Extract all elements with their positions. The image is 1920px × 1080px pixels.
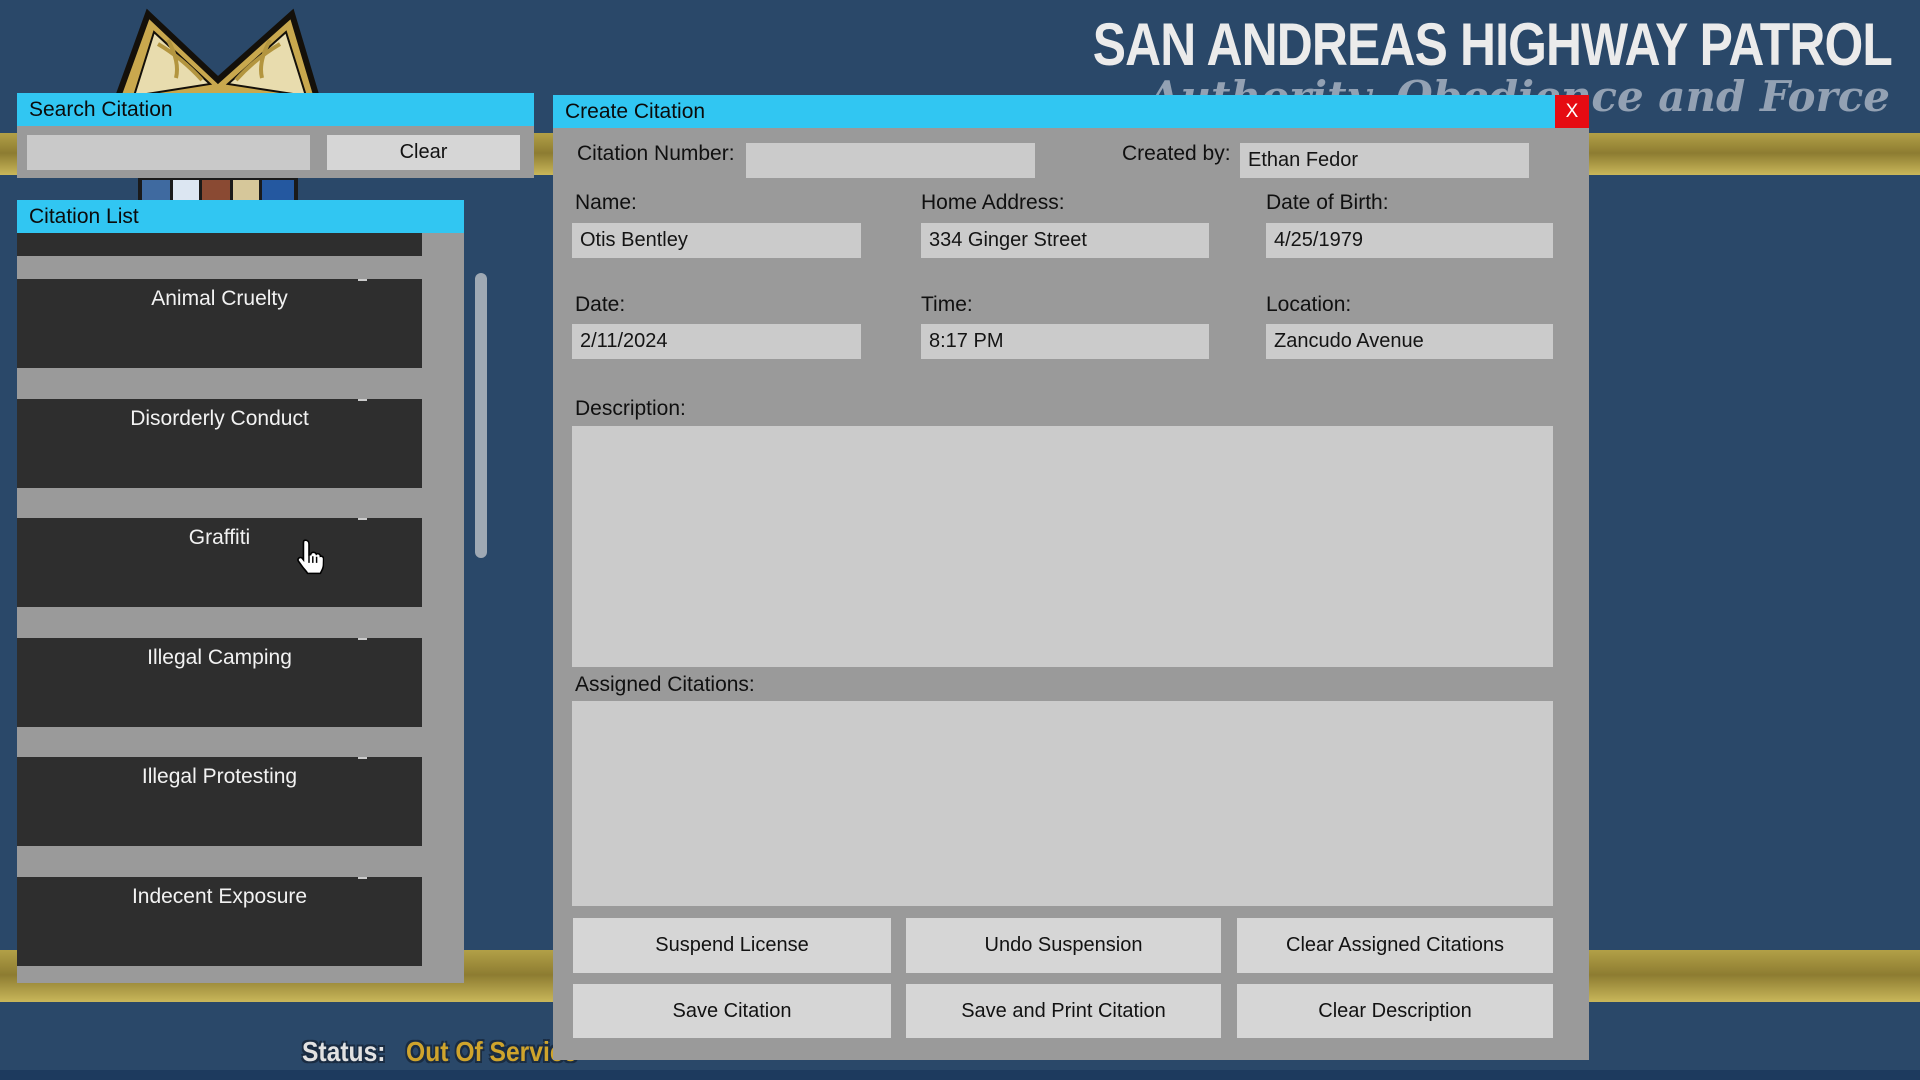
description-label: Description: (575, 397, 686, 421)
suspend-license-button[interactable]: Suspend License (573, 918, 891, 973)
citation-number-input[interactable] (746, 143, 1035, 178)
list-item[interactable]: Disorderly Conduct (17, 399, 422, 488)
clear-description-button[interactable]: Clear Description (1237, 984, 1553, 1038)
undo-suspension-button[interactable]: Undo Suspension (906, 918, 1221, 973)
time-input[interactable] (921, 324, 1209, 359)
search-panel-title: Search Citation (17, 93, 534, 126)
name-label: Name: (575, 191, 637, 215)
description-textarea[interactable] (572, 426, 1553, 667)
agency-title: SAN ANDREAS HIGHWAY PATROL (1093, 10, 1892, 79)
date-input[interactable] (572, 324, 861, 359)
create-citation-panel: Create Citation X Citation Number: Creat… (553, 95, 1589, 1060)
assigned-citations-label: Assigned Citations: (575, 673, 755, 697)
date-of-birth-label: Date of Birth: (1266, 191, 1389, 215)
search-citation-panel: Search Citation Clear (17, 93, 534, 178)
location-label: Location: (1266, 293, 1351, 317)
status-label: Status: (302, 1036, 386, 1067)
close-button[interactable]: X (1555, 95, 1589, 128)
list-item-partial[interactable] (17, 233, 422, 256)
list-item[interactable]: Illegal Camping (17, 638, 422, 727)
assigned-citations-textarea[interactable] (572, 701, 1553, 906)
bottom-navy-band (0, 1070, 1920, 1080)
name-input[interactable] (572, 223, 861, 258)
time-label: Time: (921, 293, 973, 317)
created-by-label: Created by: (1122, 142, 1231, 166)
status-bar: Status: Out Of Service (302, 1036, 577, 1068)
list-item[interactable]: Indecent Exposure (17, 877, 422, 966)
location-input[interactable] (1266, 324, 1553, 359)
citation-number-label: Citation Number: (577, 142, 735, 166)
create-citation-title: Create Citation (553, 95, 1589, 128)
citation-list-panel: Citation List Animal Cruelty Disorderly … (17, 200, 464, 983)
desktop-background: SAN ANDREAS HIGHWAY PATROL Authority, Ob… (0, 0, 1920, 1080)
list-item[interactable]: Animal Cruelty (17, 279, 422, 368)
created-by-input[interactable] (1240, 143, 1529, 178)
save-and-print-citation-button[interactable]: Save and Print Citation (906, 984, 1221, 1038)
list-item[interactable]: Graffiti (17, 518, 422, 607)
hand-cursor-icon (294, 538, 324, 576)
status-value: Out Of Service (406, 1036, 577, 1067)
search-input[interactable] (27, 135, 310, 170)
list-item[interactable]: Illegal Protesting (17, 757, 422, 846)
save-citation-button[interactable]: Save Citation (573, 984, 891, 1038)
citation-list-scrollbar[interactable] (475, 273, 487, 558)
citation-list-title: Citation List (17, 200, 464, 233)
clear-assigned-citations-button[interactable]: Clear Assigned Citations (1237, 918, 1553, 973)
clear-search-button[interactable]: Clear (327, 135, 520, 170)
date-of-birth-input[interactable] (1266, 223, 1553, 258)
date-label: Date: (575, 293, 625, 317)
home-address-label: Home Address: (921, 191, 1065, 215)
home-address-input[interactable] (921, 223, 1209, 258)
